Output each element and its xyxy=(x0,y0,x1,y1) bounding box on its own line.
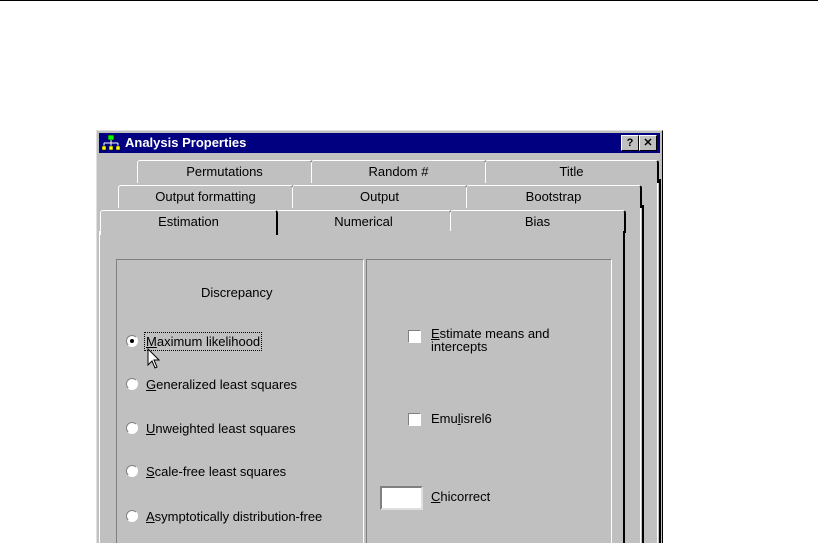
tab-label: Permutations xyxy=(186,164,263,179)
discrepancy-group xyxy=(116,259,364,543)
tab-label: Numerical xyxy=(334,214,393,229)
tab-label: Estimation xyxy=(158,214,219,229)
radio-button[interactable] xyxy=(126,422,138,434)
radio-asymptotically-distribution-free[interactable]: Asymptotically distribution-free xyxy=(126,507,322,525)
emulisrel6-checkbox[interactable] xyxy=(408,413,421,426)
window-title: Analysis Properties xyxy=(125,135,247,150)
radio-label: Scale-free least squares xyxy=(146,463,287,479)
estimate-means-label: Estimate means and intercepts xyxy=(431,326,550,354)
radio-button[interactable] xyxy=(126,335,138,347)
tab-permutations[interactable]: Permutations xyxy=(137,160,313,183)
tab-page-edge-row2 xyxy=(642,205,644,543)
radio-generalized-least-squares[interactable]: Generalized least squares xyxy=(126,375,297,393)
tab-page-highlight-row2 xyxy=(640,205,641,543)
tab-estimation[interactable]: Estimation xyxy=(100,210,278,235)
tab-random[interactable]: Random # xyxy=(311,160,487,183)
tab-label: Output xyxy=(359,189,400,204)
tab-label: Bootstrap xyxy=(525,189,582,204)
tab-bias[interactable]: Bias xyxy=(450,210,626,233)
tab-numerical[interactable]: Numerical xyxy=(276,210,452,233)
radio-button[interactable] xyxy=(126,378,138,390)
radio-label: Unweighted least squares xyxy=(146,420,296,436)
discrepancy-label: Discrepancy xyxy=(201,285,273,300)
estimate-means-checkbox-row[interactable]: Estimate means and intercepts xyxy=(408,327,550,353)
radio-label: Generalized least squares xyxy=(146,376,298,392)
help-button[interactable]: ? xyxy=(621,135,639,151)
analysis-properties-dialog: Analysis Properties ? ✕ Permutations Ran… xyxy=(96,130,663,543)
estimate-means-checkbox[interactable] xyxy=(408,330,421,343)
radio-selected-dot xyxy=(130,339,134,343)
page-top-rule xyxy=(0,0,818,1)
tab-page-highlight-row1 xyxy=(657,179,658,543)
tab-label: Output formatting xyxy=(155,189,256,204)
chicorrect-label: Chicorrect xyxy=(431,489,491,504)
tab-label: Bias xyxy=(524,214,551,229)
radio-scale-free-least-squares[interactable]: Scale-free least squares xyxy=(126,462,286,480)
tab-output[interactable]: Output xyxy=(292,185,468,208)
emulisrel6-label: Emulisrel6 xyxy=(431,411,492,426)
radio-label: Maximum likelihood xyxy=(143,331,263,351)
radio-button[interactable] xyxy=(126,510,138,522)
title-bar[interactable]: Analysis Properties ? ✕ xyxy=(99,133,660,153)
mouse-pointer-icon xyxy=(147,348,161,369)
tab-label: Random # xyxy=(368,164,429,179)
chicorrect-input[interactable] xyxy=(380,486,423,510)
tab-bootstrap[interactable]: Bootstrap xyxy=(466,185,642,208)
radio-unweighted-least-squares[interactable]: Unweighted least squares xyxy=(126,419,296,437)
radio-button[interactable] xyxy=(126,465,138,477)
emulisrel6-checkbox-row[interactable]: Emulisrel6 xyxy=(408,410,492,426)
app-network-icon xyxy=(102,135,120,151)
tab-label: Title xyxy=(559,164,584,179)
tab-title[interactable]: Title xyxy=(485,160,659,183)
close-button[interactable]: ✕ xyxy=(639,135,657,151)
tab-page-edge-row1 xyxy=(659,179,661,543)
tab-output-formatting[interactable]: Output formatting xyxy=(118,185,294,208)
radio-label: Asymptotically distribution-free xyxy=(146,508,323,524)
